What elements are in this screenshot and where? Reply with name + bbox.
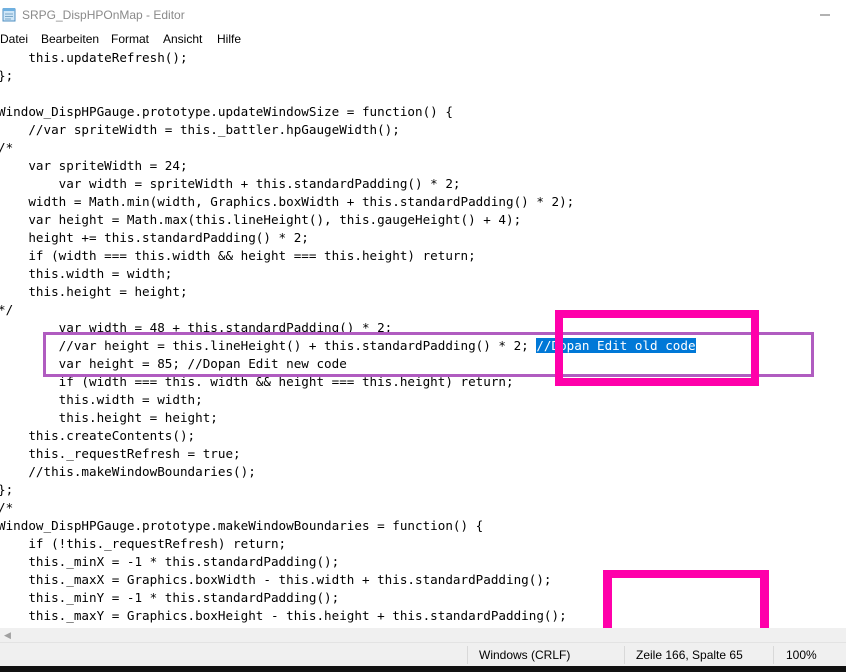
- minimize-button[interactable]: [810, 0, 840, 30]
- code-line: Window_DispHPGauge.prototype.makeWindowB…: [0, 518, 484, 533]
- code-line: this._requestRefresh = true;: [0, 446, 241, 461]
- code-line: this.width = width;: [0, 266, 173, 281]
- code-line: this.createContents();: [0, 428, 196, 443]
- code-line: this.width = width;: [0, 392, 203, 407]
- minimize-icon: [820, 14, 830, 16]
- code-line: /*: [0, 500, 14, 515]
- status-divider: [624, 646, 625, 664]
- menu-format[interactable]: Format: [111, 32, 149, 46]
- code-line: this._maxX = Graphics.boxWidth - this.wi…: [0, 572, 552, 587]
- code-line: Window_DispHPGauge.prototype.updateWindo…: [0, 104, 453, 119]
- code-line: this._maxY = Graphics.boxHeight - this.h…: [0, 608, 567, 623]
- code-line: var width = spriteWidth + this.standardP…: [0, 176, 461, 191]
- code-line: height += this.standardPadding() * 2;: [0, 230, 309, 245]
- code-line: width = Math.min(width, Graphics.boxWidt…: [0, 194, 575, 209]
- code-line: /*: [0, 140, 14, 155]
- code-line: var height = Math.max(this.lineHeight(),…: [0, 212, 522, 227]
- window-title: SRPG_DispHPOnMap - Editor: [22, 8, 185, 22]
- code-line: this._minY = -1 * this.standardPadding()…: [0, 590, 340, 605]
- taskbar-strip: [0, 666, 846, 672]
- code-line: };: [0, 68, 14, 83]
- code-line: var spriteWidth = 24;: [0, 158, 188, 173]
- code-line: //var spriteWidth = this._battler.hpGaug…: [0, 122, 400, 137]
- code-line: this._minX = -1 * this.standardPadding()…: [0, 554, 340, 569]
- cursor-position-status: Zeile 166, Spalte 65: [636, 648, 743, 662]
- code-line: if (!this._requestRefresh) return;: [0, 536, 287, 551]
- menu-file[interactable]: Datei: [0, 32, 28, 46]
- status-divider: [773, 646, 774, 664]
- menu-bar: Datei Bearbeiten Format Ansicht Hilfe: [0, 30, 846, 49]
- code-line: */: [0, 302, 14, 317]
- code-line: //this.makeWindowBoundaries();: [0, 464, 256, 479]
- code-line: if (width === this.width && height === t…: [0, 248, 476, 263]
- status-bar: Windows (CRLF) Zeile 166, Spalte 65 100%: [0, 642, 846, 667]
- line-ending-status: Windows (CRLF): [479, 648, 571, 662]
- menu-help[interactable]: Hilfe: [217, 32, 241, 46]
- code-line: };: [0, 482, 14, 497]
- notepad-icon: [2, 8, 16, 22]
- scroll-left-icon[interactable]: ◀: [4, 630, 11, 641]
- zoom-status: 100%: [786, 648, 817, 662]
- status-divider: [467, 646, 468, 664]
- menu-edit[interactable]: Bearbeiten: [41, 32, 99, 46]
- code-line: this.height = height;: [0, 284, 188, 299]
- pink-highlight-box-top: [555, 310, 759, 386]
- horizontal-scrollbar[interactable]: ◀: [0, 628, 846, 642]
- code-line: this.updateRefresh();: [0, 50, 188, 65]
- title-bar: SRPG_DispHPOnMap - Editor: [0, 0, 846, 30]
- code-line: this.height = height;: [0, 410, 218, 425]
- menu-view[interactable]: Ansicht: [163, 32, 202, 46]
